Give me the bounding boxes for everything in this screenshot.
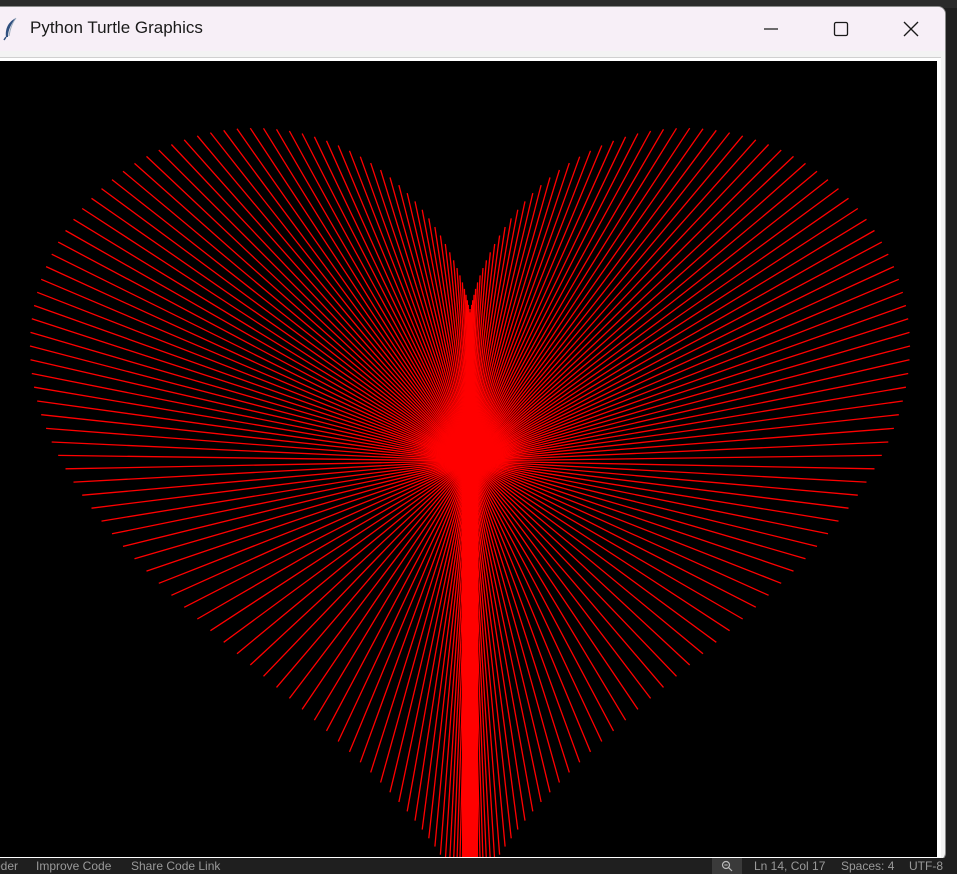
- status-encoding[interactable]: UTF-8: [909, 858, 943, 874]
- window-title: Python Turtle Graphics: [30, 18, 203, 37]
- status-share-code-link[interactable]: Share Code Link: [131, 858, 220, 874]
- heart-center: [458, 449, 482, 473]
- heart-ray-line: [469, 128, 665, 462]
- heart-ray-line: [262, 127, 471, 462]
- minimize-icon: [764, 28, 778, 30]
- heart-ray-line: [101, 188, 471, 462]
- maximize-button[interactable]: [806, 7, 876, 51]
- magnifier-icon: [721, 860, 733, 872]
- heart-stem: [462, 461, 478, 857]
- heart-ray-line: [469, 460, 849, 509]
- status-bar: oder Improve Code Share Code Link Ln 14,…: [0, 858, 957, 874]
- heart-ray-line: [469, 127, 678, 462]
- status-indentation[interactable]: Spaces: 4: [841, 858, 894, 874]
- feather-icon: [2, 17, 20, 41]
- heart-ray-line: [469, 460, 875, 470]
- heart-ray-line: [158, 149, 471, 462]
- heart-ray-line: [275, 128, 471, 462]
- heart-ray-line: [146, 155, 471, 462]
- heart-ray-line: [91, 460, 471, 509]
- zoom-button[interactable]: [712, 858, 742, 874]
- heart-ray-line: [210, 460, 471, 632]
- turtle-canvas[interactable]: [0, 61, 937, 857]
- heart-ray-line: [81, 207, 471, 462]
- heart-ray-line: [469, 149, 782, 462]
- heart-ray-line: [91, 197, 471, 462]
- turtle-window: Python Turtle Graphics: [0, 6, 946, 861]
- canvas-frame: [0, 57, 941, 858]
- title-bar[interactable]: Python Turtle Graphics: [0, 7, 945, 51]
- heart-ray-line: [469, 460, 730, 632]
- status-cursor-position[interactable]: Ln 14, Col 17: [754, 858, 825, 874]
- heart-ray-line: [469, 197, 849, 462]
- status-coder[interactable]: oder: [0, 858, 18, 874]
- minimize-button[interactable]: [736, 7, 806, 51]
- heart-ray-line: [469, 207, 859, 462]
- maximize-icon: [833, 21, 849, 37]
- heart-ray-line: [469, 155, 794, 462]
- heart-ray-line: [65, 460, 471, 470]
- status-improve-code[interactable]: Improve Code: [36, 858, 111, 874]
- close-button[interactable]: [876, 7, 945, 51]
- heart-ray-line: [263, 460, 471, 677]
- heart-ray-line: [469, 188, 839, 462]
- heart-drawing: [29, 127, 911, 857]
- close-icon: [903, 21, 919, 37]
- heart-ray-line: [469, 460, 677, 677]
